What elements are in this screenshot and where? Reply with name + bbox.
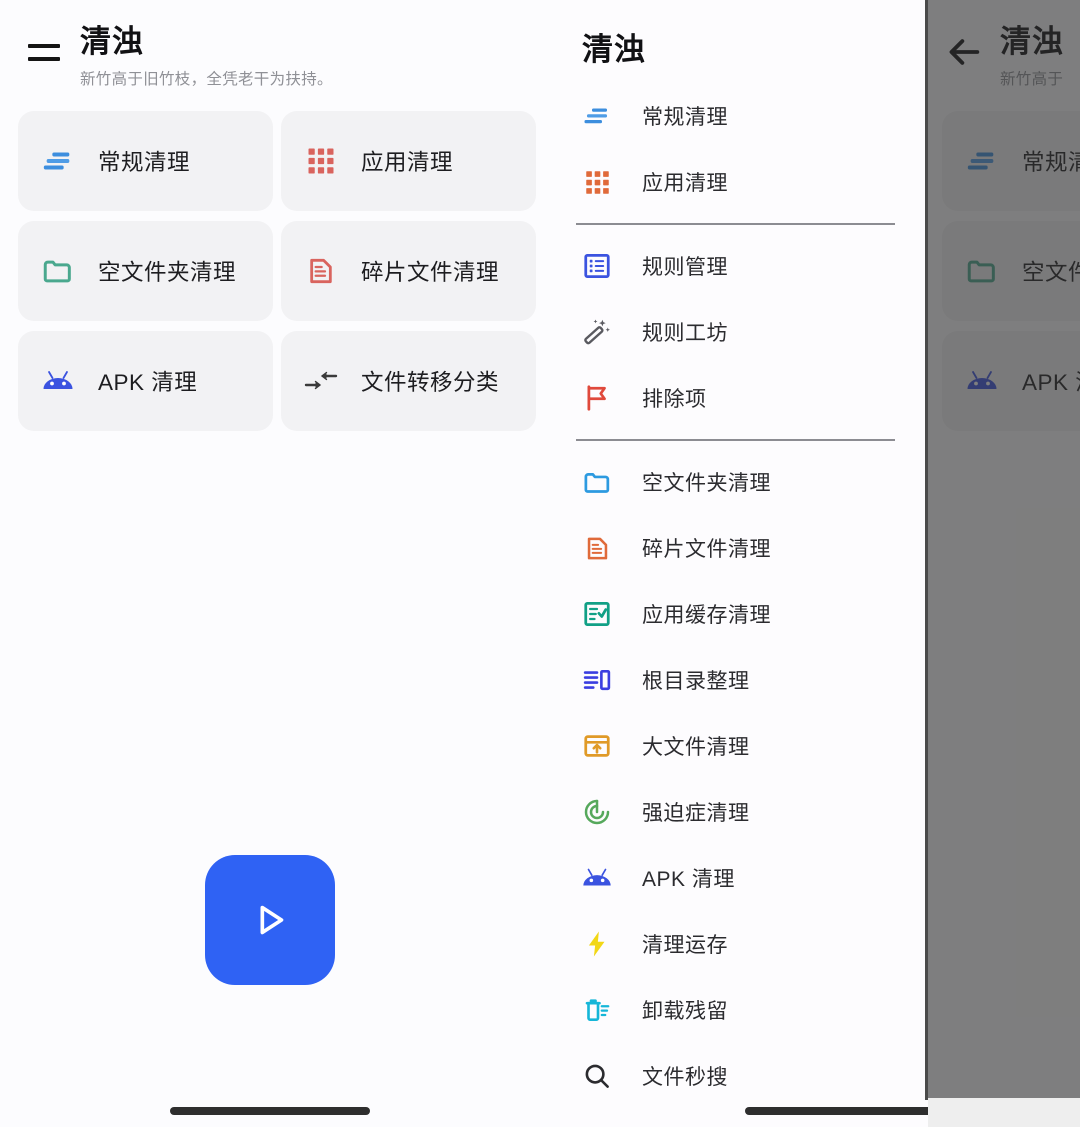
drawer-divider — [576, 223, 895, 225]
card-empty-folder-clean[interactable]: 空文件夹清理 — [18, 220, 273, 321]
card-label: 应用清理 — [361, 149, 454, 175]
play-triangle-icon — [260, 905, 284, 935]
search-icon — [580, 1059, 614, 1093]
three-panel-screenshot: 清浊 新竹高于旧竹枝，全凭老干为扶持。 常规清理 应用清理 空文件夹清理 碎片文… — [0, 0, 1080, 1127]
drawer-item-label: 碎片文件清理 — [642, 538, 771, 561]
drawer-item-file-search[interactable]: 文件秒搜 — [560, 1043, 928, 1109]
drawer-title: 清浊 — [582, 32, 646, 67]
drawer-item-label: 空文件夹清理 — [642, 472, 771, 495]
drawer-scrim-overlay[interactable] — [928, 0, 1080, 1098]
drawer-item-label: 卸载残留 — [642, 1000, 728, 1023]
drawer-item-empty-folder-clean[interactable]: 空文件夹清理 — [560, 449, 928, 515]
drawer-item-rule-manage[interactable]: 规则管理 — [560, 233, 928, 299]
drawer-divider — [576, 439, 895, 441]
lines-sort-icon — [40, 143, 76, 179]
card-label: 空文件夹清理 — [98, 259, 237, 285]
gesture-bar-drawer[interactable] — [745, 1107, 945, 1115]
home-panel: 清浊 新竹高于旧竹枝，全凭老干为扶持。 常规清理 应用清理 空文件夹清理 碎片文… — [0, 0, 560, 1127]
drawer-item-large-file-clean[interactable]: 大文件清理 — [560, 713, 928, 779]
card-general-clean[interactable]: 常规清理 — [18, 110, 273, 211]
card-label: 常规清理 — [98, 149, 191, 175]
grid-apps-icon — [580, 165, 614, 199]
card-apk-clean[interactable]: APK 清理 — [18, 330, 273, 431]
drawer-item-fragment-file-clean[interactable]: 碎片文件清理 — [560, 515, 928, 581]
android-icon — [40, 363, 76, 399]
drawer-item-label: 大文件清理 — [642, 736, 750, 759]
flag-icon — [580, 381, 614, 415]
drawer-item-label: 应用缓存清理 — [642, 604, 771, 627]
box-upload-icon — [580, 729, 614, 763]
drawer-item-general-clean[interactable]: 常规清理 — [560, 83, 928, 149]
drawer-item-label: 清理运存 — [642, 934, 728, 957]
page-title: 清浊 — [80, 24, 144, 59]
drawer-item-label: 常规清理 — [642, 106, 728, 129]
trash-lines-icon — [580, 993, 614, 1027]
document-icon — [303, 253, 339, 289]
transfer-arrows-icon — [303, 363, 339, 399]
drawer-item-rule-workshop[interactable]: 规则工坊 — [560, 299, 928, 365]
spiral-target-icon — [580, 795, 614, 829]
hamburger-menu-icon[interactable] — [22, 30, 66, 74]
drawer-item-label: 排除项 — [642, 388, 707, 411]
drawer-item-clean-ram[interactable]: 清理运存 — [560, 911, 928, 977]
grid-apps-icon — [303, 143, 339, 179]
drawer-item-label: 强迫症清理 — [642, 802, 750, 825]
drawer-item-app-cache-clean[interactable]: 应用缓存清理 — [560, 581, 928, 647]
card-label: 碎片文件清理 — [361, 259, 500, 285]
page-subtitle: 新竹高于旧竹枝，全凭老干为扶持。 — [80, 70, 333, 88]
scrimmed-home-panel: 清浊 新竹高于 常规清 — [928, 0, 1080, 1127]
drawer-item-label: 规则管理 — [642, 256, 728, 279]
feature-card-grid: 常规清理 应用清理 空文件夹清理 碎片文件清理 APK 清理 文件转移分类 — [8, 89, 560, 431]
drawer-item-label: 应用清理 — [642, 172, 728, 195]
navigation-drawer-panel: 清浊 常规清理 应用清理 规则管理 规则工坊 排除项 空文件夹清理 碎片文件清理… — [560, 0, 928, 1127]
gesture-bar-home[interactable] — [170, 1107, 370, 1115]
drawer-item-exclusions[interactable]: 排除项 — [560, 365, 928, 431]
list-box-icon — [580, 249, 614, 283]
drawer-item-apk-clean[interactable]: APK 清理 — [560, 845, 928, 911]
drawer-item-app-clean[interactable]: 应用清理 — [560, 149, 928, 215]
folder-icon — [40, 253, 76, 289]
drawer-item-root-dir-organize[interactable]: 根目录整理 — [560, 647, 928, 713]
home-title-block: 清浊 新竹高于旧竹枝，全凭老干为扶持。 — [80, 24, 333, 89]
card-fragment-file-clean[interactable]: 碎片文件清理 — [281, 220, 536, 321]
document-icon — [580, 531, 614, 565]
checklist-box-icon — [580, 597, 614, 631]
list-panel-icon — [580, 663, 614, 697]
lightning-bolt-icon — [580, 927, 614, 961]
android-icon — [580, 861, 614, 895]
card-label: 文件转移分类 — [361, 369, 500, 395]
card-file-transfer[interactable]: 文件转移分类 — [281, 330, 536, 431]
home-header: 清浊 新竹高于旧竹枝，全凭老干为扶持。 — [0, 0, 560, 89]
folder-icon — [580, 465, 614, 499]
drawer-item-label: 文件秒搜 — [642, 1066, 728, 1089]
lines-sort-icon — [580, 99, 614, 133]
drawer-item-label: 规则工坊 — [642, 322, 728, 345]
drawer-item-list: 常规清理 应用清理 规则管理 规则工坊 排除项 空文件夹清理 碎片文件清理 应用… — [560, 83, 928, 1109]
run-fab-button[interactable] — [205, 855, 335, 985]
scrim-bottom-strip — [928, 1098, 1080, 1127]
drawer-item-label: 根目录整理 — [642, 670, 750, 693]
drawer-item-uninstall-residue[interactable]: 卸载残留 — [560, 977, 928, 1043]
card-label: APK 清理 — [98, 369, 198, 395]
magic-wand-icon — [580, 315, 614, 349]
drawer-item-ocd-clean[interactable]: 强迫症清理 — [560, 779, 928, 845]
drawer-item-label: APK 清理 — [642, 868, 735, 891]
card-app-clean[interactable]: 应用清理 — [281, 110, 536, 211]
